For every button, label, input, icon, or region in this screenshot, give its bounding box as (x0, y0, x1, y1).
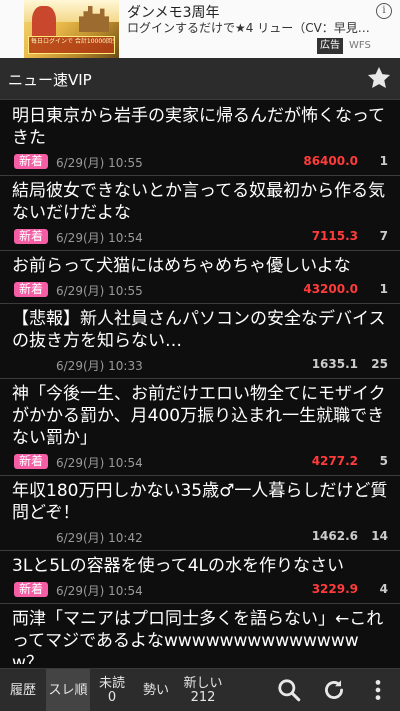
thread-title[interactable]: 明日東京から岩手の実家に帰るんだが怖くなってきた (12, 105, 388, 149)
bottom-toolbar: 履歴 スレ順 未読 0 勢い 新しい 212 (0, 668, 400, 711)
thread-reply-count: 25 (371, 357, 388, 371)
thread-title[interactable]: お前らって犬猫にはめちゃめちゃ優しいよな (12, 255, 388, 277)
thread-momentum-score: 7115.3 (311, 229, 358, 243)
ad-thumbnail-character (32, 6, 56, 40)
new-badge: 新着 (14, 229, 49, 244)
thread-time: 6/29(月) 10:54 (56, 456, 143, 470)
ad-banner[interactable]: 毎日ログインで 合計10000回分もらえる ダンメモ3周年 ログインするだけで★… (0, 0, 400, 58)
tab-new[interactable]: 新しい 212 (178, 669, 228, 711)
thread-reply-count: 7 (379, 229, 388, 243)
thread-reply-count: 1 (379, 154, 388, 168)
thread-reply-count: 1 (379, 282, 388, 296)
thread-row[interactable]: 【悲報】新人社員さんパソコンの安全なデバイスの抜き方を知らない… 6/29(月) … (0, 304, 400, 379)
thread-meta: 新着 6/29(月) 10:54 3229.9 4 (12, 579, 388, 603)
thread-title[interactable]: 年収180万円しかない35歳♂一人暮らしだけど質問どぞ！ (12, 480, 388, 524)
thread-time: 6/29(月) 10:54 (56, 231, 143, 245)
ad-description[interactable]: ログインするだけで★4 リュー（CV：早見沙織… (127, 19, 377, 36)
thread-time: 6/29(月) 10:54 (56, 584, 143, 598)
thread-row[interactable]: お前らって犬猫にはめちゃめちゃ優しいよな新着 6/29(月) 10:55 43200… (0, 251, 400, 304)
ad-brand: WFS (349, 40, 371, 51)
thread-row[interactable]: 神「今後一生、お前だけエロい物全てにモザイクがかかる罰か、月400万振り込まれ一… (0, 379, 400, 476)
tab-unread-count: 0 (107, 689, 117, 705)
new-badge: 新着 (14, 282, 49, 297)
thread-momentum-score: 3229.9 (311, 582, 358, 596)
thread-meta: 新着 6/29(月) 10:55 43200.0 1 (12, 279, 388, 303)
thread-momentum-score: 1635.1 (311, 357, 358, 371)
thread-meta: 6/29(月) 10:42 1462.6 14 (12, 526, 388, 550)
thread-title[interactable]: 結局彼女できないとか言ってる奴最初から作る気ないだけだよな (12, 180, 388, 224)
thread-title[interactable]: 神「今後一生、お前だけエロい物全てにモザイクがかかる罰か、月400万振り込まれ一… (12, 383, 388, 449)
thread-meta: 6/29(月) 10:33 1635.1 25 (12, 354, 388, 378)
tab-unread[interactable]: 未読 0 (90, 669, 134, 711)
tab-new-label: 新しい (183, 675, 223, 691)
board-title: ニュー速VIP (8, 71, 92, 89)
tab-momentum-label: 勢い (142, 682, 169, 698)
ad-thumbnail[interactable]: 毎日ログインで 合計10000回分もらえる (24, 0, 119, 58)
ad-thumbnail-caption: 毎日ログインで 合計10000回分もらえる (28, 36, 115, 54)
new-badge: 新着 (14, 582, 49, 597)
thread-time: 6/29(月) 10:33 (56, 359, 143, 373)
new-badge: 新着 (14, 154, 49, 169)
thread-row[interactable]: 結局彼女できないとか言ってる奴最初から作る気ないだけだよな新着 6/29(月) 1… (0, 176, 400, 251)
thread-title[interactable]: 両津「マニアはプロ同士多くを語らない」←これってマジであるよなwwwwwwwww… (12, 608, 388, 664)
thread-row[interactable]: 両津「マニアはプロ同士多くを語らない」←これってマジであるよなwwwwwwwww… (0, 604, 400, 664)
search-icon[interactable] (276, 677, 302, 703)
ad-label-badge: 広告 (317, 38, 343, 54)
tab-history[interactable]: 履歴 (0, 669, 46, 711)
new-badge: 新着 (14, 454, 49, 469)
tab-history-label: 履歴 (9, 682, 36, 698)
thread-momentum-score: 1462.6 (311, 529, 358, 543)
thread-reply-count: 4 (379, 582, 388, 596)
thread-time: 6/29(月) 10:55 (56, 284, 143, 298)
thread-momentum-score: 43200.0 (303, 282, 358, 296)
star-icon[interactable] (366, 65, 392, 91)
thread-title[interactable]: 【悲報】新人社員さんパソコンの安全なデバイスの抜き方を知らない… (12, 308, 388, 352)
thread-reply-count: 5 (379, 454, 388, 468)
thread-momentum-score: 4277.2 (311, 454, 358, 468)
thread-time: 6/29(月) 10:55 (56, 156, 143, 170)
thread-meta: 新着 6/29(月) 10:54 7115.3 7 (12, 226, 388, 250)
app-header: ニュー速VIP (0, 58, 400, 100)
refresh-icon[interactable] (321, 677, 347, 703)
thread-meta: 新着 6/29(月) 10:54 4277.2 5 (12, 451, 388, 475)
thread-list[interactable]: 明日東京から岩手の実家に帰るんだが怖くなってきた新着 6/29(月) 10:55 8… (0, 101, 400, 664)
thread-row[interactable]: 年収180万円しかない35歳♂一人暮らしだけど質問どぞ！ 6/29(月) 10:4… (0, 476, 400, 551)
more-vert-icon[interactable] (365, 677, 391, 703)
thread-time: 6/29(月) 10:42 (56, 531, 143, 545)
thread-meta: 新着 6/29(月) 10:55 86400.0 1 (12, 151, 388, 175)
ad-info-icon[interactable]: i (376, 3, 392, 19)
thread-momentum-score: 86400.0 (303, 154, 358, 168)
tab-thread-order[interactable]: スレ順 (46, 669, 90, 711)
thread-row[interactable]: 3Lと5Lの容器を使って4Lの水を作りなさい新着 6/29(月) 10:54 322… (0, 551, 400, 604)
thread-title[interactable]: 3Lと5Lの容器を使って4Lの水を作りなさい (12, 555, 388, 577)
tab-thread-order-label: スレ順 (48, 682, 88, 698)
tab-momentum[interactable]: 勢い (134, 669, 178, 711)
tab-unread-label: 未読 (98, 675, 125, 691)
thread-reply-count: 14 (371, 529, 388, 543)
thread-row[interactable]: 明日東京から岩手の実家に帰るんだが怖くなってきた新着 6/29(月) 10:55 8… (0, 101, 400, 176)
tab-new-count: 212 (190, 689, 216, 705)
